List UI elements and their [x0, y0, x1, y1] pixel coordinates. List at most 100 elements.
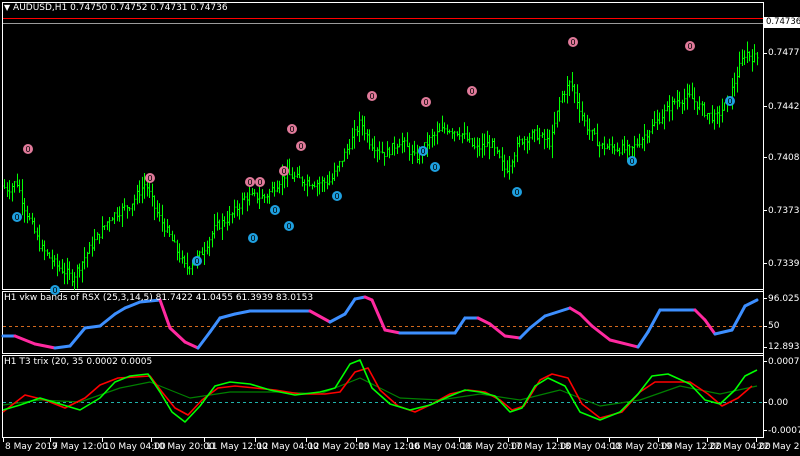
svg-text:0: 0	[423, 98, 428, 107]
svg-text:0: 0	[298, 142, 303, 151]
rsx-curve-segment	[168, 326, 187, 344]
main-pane-title: ▼ AUDUSD,H1 0.74750 0.74752 0.74731 0.74…	[4, 3, 228, 13]
price-label: 0.73735	[768, 206, 800, 216]
rsx-curve-segment	[218, 312, 237, 320]
rsx-curve-segment	[98, 312, 117, 328]
buy-signal-marker[interactable]: 0	[627, 156, 637, 166]
time-label: 22 May 20:00	[758, 442, 800, 452]
sell-signal-marker[interactable]: 0	[685, 41, 695, 51]
svg-text:0: 0	[687, 42, 692, 51]
svg-text:0: 0	[25, 145, 30, 154]
rsx-curve-segment	[646, 308, 662, 334]
rsx-curve-segment	[543, 306, 572, 318]
buy-signal-marker[interactable]: 0	[430, 162, 440, 172]
trix-pane-title: H1 T3 trix (20, 35 0.0002 0.0005	[4, 357, 153, 367]
sell-signal-marker[interactable]: 0	[279, 166, 289, 176]
trix-scale-label: 0.0007	[768, 357, 800, 367]
trix-scale-label: 0.00	[768, 398, 789, 408]
buy-signal-marker[interactable]: 0	[248, 233, 258, 243]
svg-text:0: 0	[570, 38, 575, 47]
rsx-curve-segment	[83, 324, 102, 330]
price-bars	[3, 41, 759, 291]
svg-text:0: 0	[14, 213, 19, 222]
rsx-curve-segment	[568, 306, 582, 316]
svg-text:0: 0	[469, 87, 474, 96]
price-label: 0.74425	[768, 102, 800, 112]
rsx-curve-segment	[370, 298, 387, 332]
svg-text:0: 0	[247, 178, 252, 187]
time-label: 8 May 2017	[5, 442, 58, 452]
svg-text:0: 0	[286, 222, 291, 231]
rsx-curve-segment	[578, 312, 594, 328]
buy-signal-marker[interactable]: 0	[12, 212, 22, 222]
sell-signal-marker[interactable]: 0	[296, 141, 306, 151]
rsx-curve-segment	[33, 342, 57, 350]
svg-text:0: 0	[514, 188, 519, 197]
rsx-curve-segment	[636, 330, 650, 349]
rsx-curve-segment	[68, 326, 87, 348]
rsx-curve-segment	[518, 326, 532, 340]
rsx-pane-title: H1 vkw bands of RSX (25,3,14,5) 81.7422 …	[4, 293, 314, 303]
rsx-scale-label: 50	[768, 321, 780, 331]
rsx-scale-label: 12.8936	[768, 342, 800, 352]
price-label: 0.74080	[768, 153, 800, 163]
sell-signal-marker[interactable]: 0	[23, 144, 33, 154]
sell-signal-marker[interactable]: 0	[245, 177, 255, 187]
rsx-scale-label: 96.0255	[768, 294, 800, 304]
buy-signal-marker[interactable]: 0	[725, 96, 735, 106]
rsx-curve-segment	[158, 298, 172, 330]
rsx-curve-segment	[453, 316, 467, 335]
buy-signal-marker[interactable]: 0	[512, 187, 522, 197]
rsx-curve-segment	[503, 334, 522, 340]
triangle-down-icon[interactable]: ▼	[4, 3, 10, 12]
rsx-curve-segment	[113, 306, 127, 316]
sell-signal-marker[interactable]: 0	[145, 173, 155, 183]
buy-signal-marker[interactable]: 0	[192, 256, 202, 266]
svg-text:0: 0	[147, 174, 152, 183]
buy-signal-marker[interactable]: 0	[332, 191, 342, 201]
current-price-value: 0.74736	[766, 17, 800, 27]
rsx-curve-segment	[208, 316, 222, 334]
svg-text:0: 0	[369, 92, 374, 101]
svg-text:0: 0	[334, 192, 339, 201]
rsx-curve-segment	[308, 309, 332, 324]
svg-text:0: 0	[289, 125, 294, 134]
sell-signal-marker[interactable]: 0	[367, 91, 377, 101]
svg-text:0: 0	[272, 206, 277, 215]
sell-signal-marker[interactable]: 0	[255, 177, 265, 187]
rsx-curve-segment	[476, 316, 492, 326]
time-label: 9 May 12:00	[52, 442, 108, 452]
svg-text:0: 0	[281, 167, 286, 176]
svg-text:0: 0	[420, 147, 425, 156]
rsx-curve-segment	[196, 330, 212, 350]
chart-canvas[interactable]: 00 0 00000000 0000000000000	[0, 0, 800, 456]
rsx-curve-segment	[53, 344, 72, 350]
rsx-curve-segment	[183, 340, 200, 350]
buy-signal-marker[interactable]: 0	[418, 146, 428, 156]
buy-signal-marker[interactable]: 0	[284, 221, 294, 231]
rsx-curve-segment	[608, 338, 640, 349]
current-price-tag: 0.74736	[764, 17, 800, 28]
sell-signal-marker[interactable]: 0	[568, 37, 578, 47]
svg-text:0: 0	[432, 163, 437, 172]
price-label: 0.74770	[768, 48, 800, 58]
svg-text:0: 0	[727, 97, 732, 106]
rsx-curve-segment	[13, 334, 37, 346]
rsx-curve-segment	[488, 322, 507, 338]
svg-text:0: 0	[194, 257, 199, 266]
sell-signal-marker[interactable]: 0	[287, 124, 297, 134]
rsx-bands-curve	[1, 295, 763, 350]
rsx-curve-segment	[343, 297, 357, 316]
trix-scale-label: -0.0007	[768, 426, 800, 436]
t3-trix-lines	[2, 359, 763, 423]
sell-signal-marker[interactable]: 0	[421, 97, 431, 107]
sell-signal-marker[interactable]: 0	[467, 86, 477, 96]
svg-text:0: 0	[250, 234, 255, 243]
svg-text:0: 0	[257, 178, 262, 187]
rsx-curve-segment	[383, 328, 402, 335]
signal-markers: 00 0 00000000 0000000000000	[12, 37, 735, 295]
rsx-curve-segment	[233, 309, 252, 316]
rsx-curve-segment	[713, 328, 734, 336]
buy-signal-marker[interactable]: 0	[270, 205, 280, 215]
price-label: 0.73390	[768, 259, 800, 269]
